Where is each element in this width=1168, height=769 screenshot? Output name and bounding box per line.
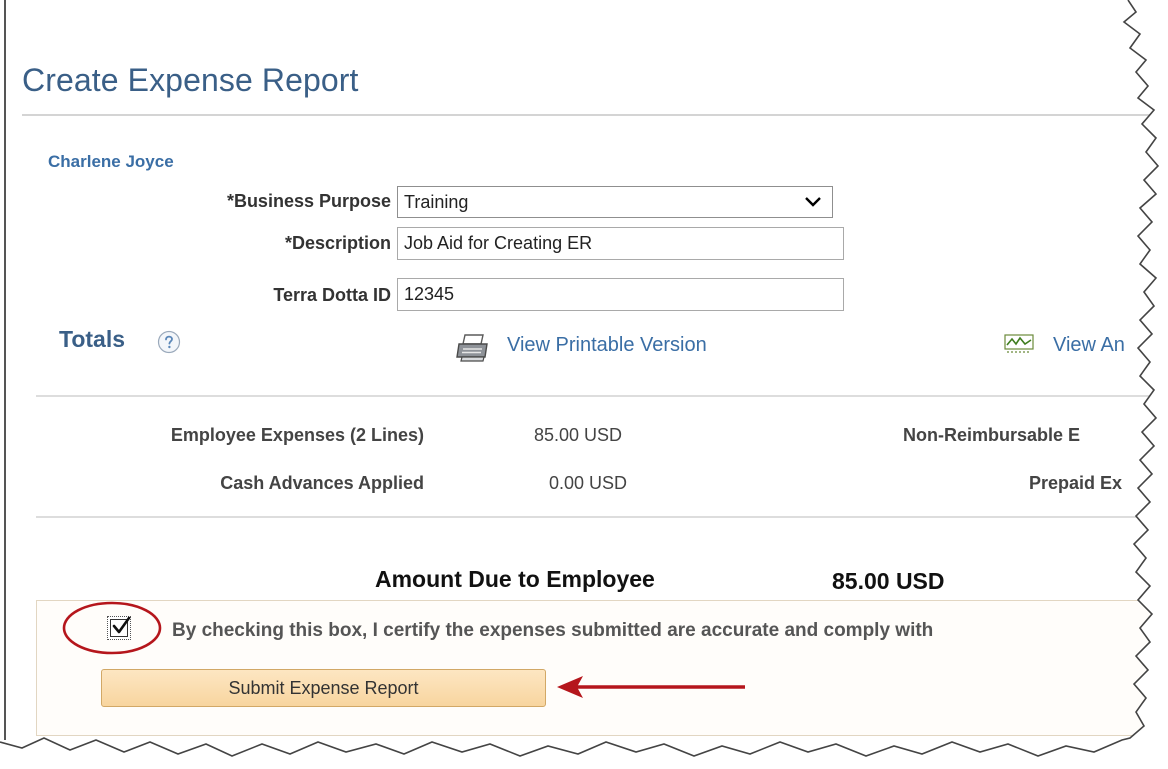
analytics-chart-icon[interactable] (1004, 334, 1034, 354)
non-reimbursable-label: Non-Reimbursable E (903, 425, 1081, 445)
description-input[interactable] (397, 227, 844, 260)
page-title: Create Expense Report (22, 62, 359, 98)
employee-expenses-label: Employee Expenses (2 Lines) (170, 425, 424, 445)
amount-due-value: 85.00 USD (832, 568, 945, 594)
totals-heading: Totals (59, 326, 126, 352)
totals-top-divider (36, 395, 1166, 397)
view-analytics-link[interactable]: View An (1053, 334, 1125, 357)
business-purpose-select[interactable]: Training (397, 186, 833, 218)
description-label: *Description (284, 233, 391, 253)
annotation-circle (62, 601, 162, 655)
terra-dotta-id-label: Terra Dotta ID (273, 285, 391, 305)
business-purpose-label: *Business Purpose (226, 191, 391, 211)
totals-bottom-divider (36, 516, 1166, 518)
title-divider (22, 114, 1162, 116)
employee-expenses-value: 85.00 USD (534, 425, 623, 445)
terra-dotta-id-input[interactable] (397, 278, 844, 311)
certification-text: By checking this box, I certify the expe… (172, 620, 934, 641)
screenshot-page: Create Expense Report Charlene Joyce *Bu… (0, 0, 1168, 769)
cash-advances-value: 0.00 USD (549, 473, 628, 493)
business-purpose-value: Training (404, 192, 469, 212)
cash-advances-label: Cash Advances Applied (220, 473, 424, 493)
annotation-arrow-icon (557, 676, 745, 698)
printer-icon[interactable] (456, 333, 490, 363)
submit-expense-report-button[interactable]: Submit Expense Report (101, 669, 546, 707)
question-circle-icon[interactable] (157, 330, 181, 354)
amount-due-label: Amount Due to Employee (375, 566, 655, 592)
page-left-border (4, 0, 6, 740)
chevron-down-icon (805, 197, 821, 207)
prepaid-expenses-label: Prepaid Ex (1029, 473, 1123, 493)
view-printable-version-link[interactable]: View Printable Version (507, 334, 707, 357)
employee-name-link[interactable]: Charlene Joyce (48, 152, 174, 172)
